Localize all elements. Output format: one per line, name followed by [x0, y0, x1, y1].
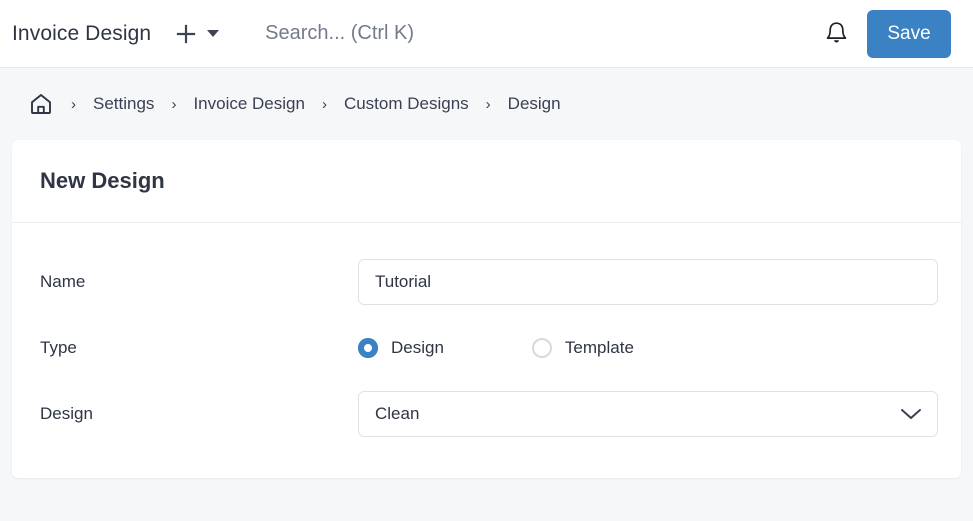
name-input[interactable] — [358, 259, 938, 305]
form-row-design: Design Clean — [40, 381, 939, 447]
save-button[interactable]: Save — [867, 9, 951, 58]
notifications-button[interactable] — [819, 17, 853, 51]
page-title: New Design — [40, 168, 165, 193]
breadcrumb-separator: › — [485, 95, 491, 113]
breadcrumb-separator: › — [321, 95, 327, 113]
breadcrumb-item-settings[interactable]: Settings — [93, 94, 154, 114]
card-body: Name Type Design Template — [12, 223, 961, 447]
new-design-card: New Design Name Type Design Te — [12, 140, 961, 478]
type-field-wrap: Design Template — [358, 338, 938, 358]
name-field-wrap — [358, 259, 938, 305]
home-icon — [31, 94, 51, 114]
radio-option-template[interactable]: Template — [531, 338, 634, 358]
app-title: Invoice Design — [12, 21, 152, 45]
breadcrumb-item-custom-designs[interactable]: Custom Designs — [344, 94, 469, 114]
type-label: Type — [40, 338, 77, 357]
breadcrumb-separator: › — [71, 95, 76, 113]
search-input[interactable] — [265, 13, 819, 54]
radio-label-template: Template — [564, 338, 634, 357]
radio-label-design: Design — [391, 338, 444, 357]
form-row-name: Name — [40, 249, 939, 315]
form-row-type: Type Design Template — [40, 315, 939, 381]
plus-icon — [177, 24, 196, 43]
design-label: Design — [40, 404, 93, 423]
breadcrumb-separator: › — [171, 95, 177, 113]
name-label: Name — [40, 272, 86, 291]
design-select-value: Clean — [375, 404, 420, 423]
add-button[interactable] — [175, 23, 197, 45]
breadcrumb: › Settings › Invoice Design › Custom Des… — [0, 68, 973, 140]
radio-unselected-icon — [531, 338, 552, 358]
caret-down-icon — [207, 30, 220, 37]
radio-selected-icon — [358, 338, 378, 358]
card-header: New Design — [12, 140, 961, 223]
type-radio-group: Design Template — [358, 338, 938, 358]
top-bar: Invoice Design Save — [0, 0, 973, 68]
breadcrumb-home-link[interactable] — [28, 91, 54, 117]
bell-icon — [826, 21, 846, 42]
radio-option-design[interactable]: Design — [358, 338, 444, 358]
breadcrumb-item-design[interactable]: Design — [508, 94, 561, 114]
design-select[interactable]: Clean — [358, 391, 938, 437]
design-select-wrap: Clean — [358, 391, 938, 437]
design-field-wrap: Clean — [358, 391, 938, 437]
breadcrumb-item-invoice-design[interactable]: Invoice Design — [193, 94, 305, 114]
add-dropdown-button[interactable] — [205, 26, 221, 42]
